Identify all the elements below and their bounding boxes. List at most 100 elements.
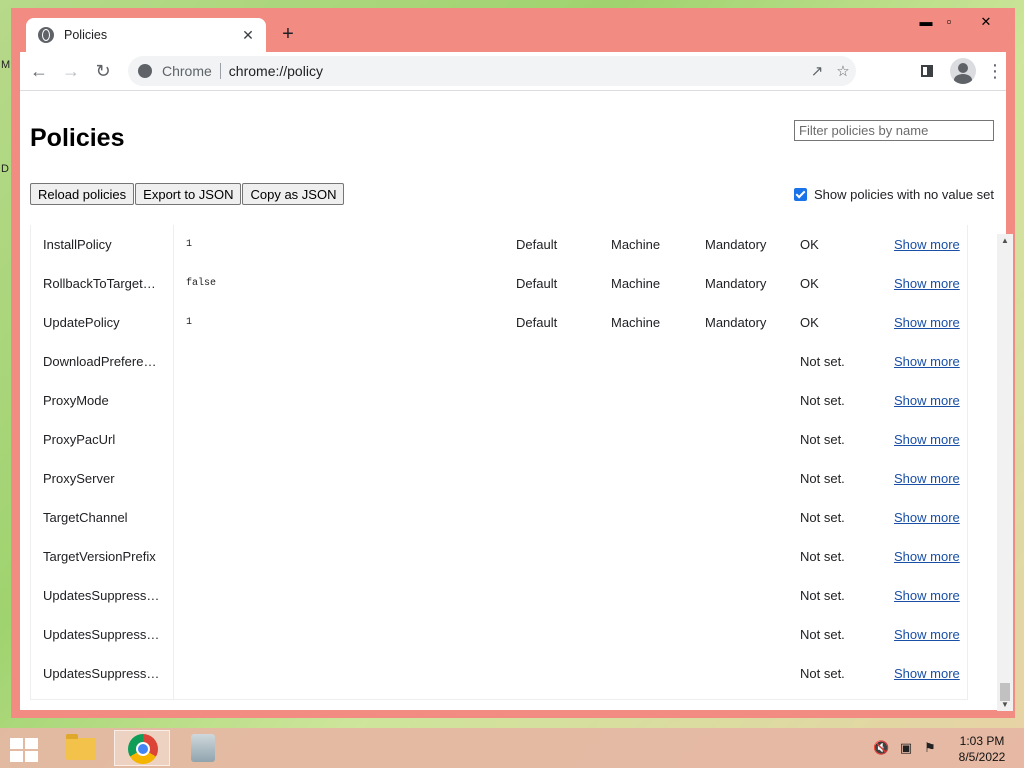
forward-icon[interactable]: → [59,59,83,83]
page-title: Policies [30,124,125,152]
policy-name: ProxyPacUrl [43,432,116,447]
scroll-down-icon[interactable]: ▼ [1001,700,1009,709]
side-panel-icon[interactable] [921,65,933,77]
show-more-link[interactable]: Show more [894,237,960,252]
recycle-bin-icon[interactable] [175,730,231,766]
taskbar-clock[interactable]: 1:03 PM 8/5/2022 [950,733,1014,765]
omnibox-origin: Chrome [162,63,212,79]
export-json-button[interactable]: Export to JSON [135,183,242,205]
policy-status: Not set. [800,393,845,408]
policy-scope: Machine [611,237,661,252]
show-more-link[interactable]: Show more [894,393,960,408]
filter-policies-input[interactable] [794,120,994,141]
show-more-link[interactable]: Show more [894,549,960,564]
site-info-icon[interactable] [138,64,152,78]
new-tab-button[interactable]: + [277,23,299,45]
table-row: UpdatesSuppress… Not set. Show more [31,654,967,693]
back-icon[interactable]: ← [27,59,51,83]
show-more-link[interactable]: Show more [894,627,960,642]
policy-status: Not set. [800,549,845,564]
show-no-value-checkbox[interactable] [794,188,807,201]
desktop-edge-letter: M [1,59,11,71]
clock-time: 1:03 PM [959,734,1005,748]
show-more-link[interactable]: Show more [894,510,960,525]
table-row: DownloadPreferen… Not set. Show more [31,342,967,381]
policy-name: UpdatesSuppress… [43,588,160,603]
show-more-link[interactable]: Show more [894,354,960,369]
table-row: ProxyServer Not set. Show more [31,459,967,498]
tab-strip: Policies ✕ + ▬ ▫ ✕ [11,8,1015,52]
taskbar: 🔇 ▣ ⚑ 1:03 PM 8/5/2022 [0,728,1024,768]
policy-status: Not set. [800,471,845,486]
policy-scope: Machine [611,315,661,330]
maximize-button[interactable]: ▫ [936,14,962,29]
tab-close-icon[interactable]: ✕ [236,27,260,44]
policy-name: TargetChannel [43,510,128,525]
desktop-edge-letter: D [1,163,9,175]
show-more-link[interactable]: Show more [894,276,960,291]
vertical-scrollbar[interactable]: ▲ ▼ [997,234,1013,711]
table-row: RollbackToTarget… false Default Machine Mand… [31,264,967,303]
policy-value: 1 [186,317,193,328]
policy-source: Default [516,276,558,291]
show-more-link[interactable]: Show more [894,588,960,603]
table-row: UpdatesSuppress… Not set. Show more [31,615,967,654]
chrome-icon[interactable] [114,730,170,766]
show-more-link[interactable]: Show more [894,432,960,447]
show-more-link[interactable]: Show more [894,471,960,486]
clock-date: 8/5/2022 [958,750,1006,764]
omnibox-url[interactable]: chrome://policy [229,63,804,79]
policy-status: Not set. [800,627,845,642]
copy-json-button[interactable]: Copy as JSON [242,183,345,205]
share-icon[interactable]: ↗ [804,62,830,80]
policy-value: 1 [186,239,193,250]
policy-value: false [186,278,217,289]
network-icon[interactable]: ▣ [898,740,914,756]
globe-icon [38,27,54,43]
menu-icon[interactable]: ⋮ [983,59,1007,83]
policy-scope: Machine [611,276,661,291]
show-no-value-label: Show policies with no value set [814,187,994,202]
close-window-button[interactable]: ✕ [973,14,999,30]
toolbar: ← → ↻ Chrome chrome://policy ↗ ☆ ⋮ [20,52,1006,91]
volume-muted-icon[interactable]: 🔇 [873,740,889,756]
star-icon[interactable]: ☆ [830,62,856,80]
policy-status: Not set. [800,432,845,447]
policy-status: OK [800,276,819,291]
file-explorer-icon[interactable] [53,730,109,766]
policy-name: RollbackToTarget… [43,276,156,291]
table-row: UpdatePolicy 1 Default Machine Mandatory OK Sh… [31,303,967,342]
table-row: TargetVersionPrefix Not set. Show more [31,537,967,576]
scroll-thumb[interactable] [1000,683,1010,701]
policy-name: UpdatesSuppress… [43,627,160,642]
policy-name: TargetVersionPrefix [43,549,156,564]
policy-source: Default [516,237,558,252]
policy-name: DownloadPreferen… [43,354,161,369]
profile-icon[interactable] [950,58,976,84]
table-row: InstallPolicy 1 Default Machine Mandatory OK S… [31,225,967,264]
omnibox[interactable]: Chrome chrome://policy ↗ ☆ [128,56,856,86]
policy-level: Mandatory [705,315,767,330]
reload-icon[interactable]: ↻ [91,59,115,83]
policy-status: Not set. [800,354,845,369]
scroll-up-icon[interactable]: ▲ [1001,236,1009,245]
tab-policies[interactable]: Policies ✕ [26,18,266,52]
show-more-link[interactable]: Show more [894,315,960,330]
table-row: ProxyPacUrl Not set. Show more [31,420,967,459]
show-more-link[interactable]: Show more [894,666,960,681]
table-row: TargetChannel Not set. Show more [31,498,967,537]
policy-level: Mandatory [705,237,767,252]
policy-status: Not set. [800,666,845,681]
windows-start-icon[interactable] [8,736,38,762]
show-no-value-toggle[interactable]: Show policies with no value set [794,187,994,202]
omnibox-divider [219,63,221,79]
policy-level: Mandatory [705,276,767,291]
policy-status: OK [800,315,819,330]
policy-name: UpdatesSuppress… [43,666,160,681]
action-center-flag-icon[interactable]: ⚑ [922,740,938,756]
policy-source: Default [516,315,558,330]
reload-policies-button[interactable]: Reload policies [30,183,135,205]
policy-table: InstallPolicy 1 Default Machine Mandatory OK S… [30,225,968,700]
action-buttons: Reload policies Export to JSON Copy as J… [30,183,345,205]
policy-name: ProxyServer [43,471,115,486]
